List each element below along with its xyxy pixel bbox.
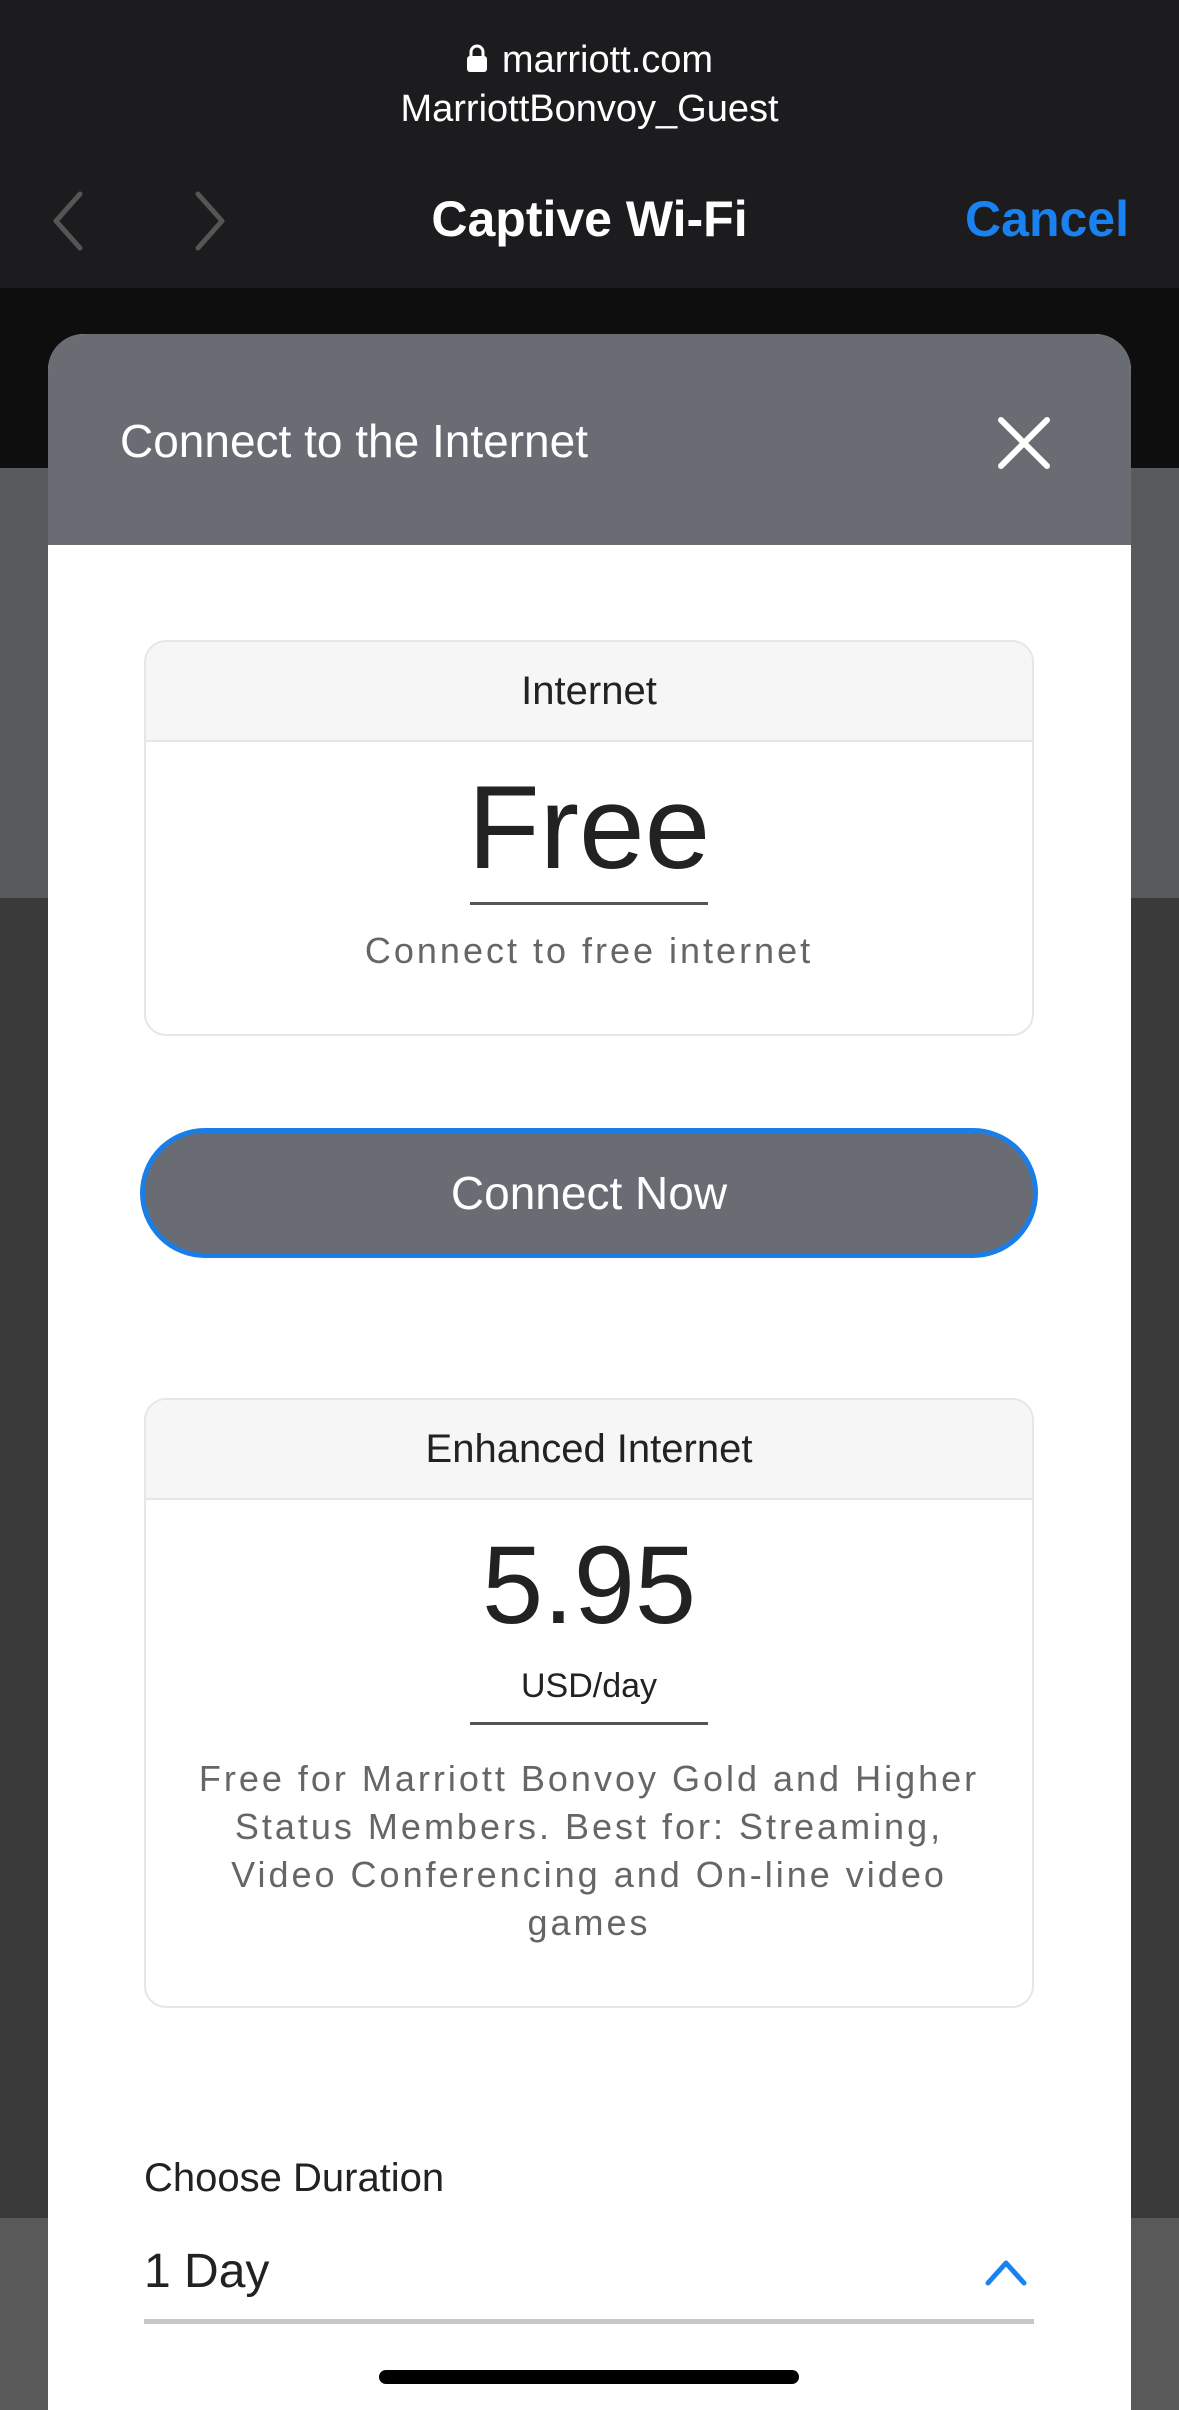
home-indicator[interactable]: [379, 2370, 799, 2384]
connect-now-button[interactable]: Connect Now: [140, 1128, 1038, 1258]
browser-topbar: marriott.com MarriottBonvoy_Guest Captiv…: [0, 0, 1179, 288]
modal-header: Connect to the Internet: [48, 334, 1131, 545]
divider: [470, 1722, 708, 1725]
plan-description: Free for Marriott Bonvoy Gold and Higher…: [198, 1758, 980, 1943]
plan-name: Enhanced Internet: [146, 1400, 1032, 1500]
duration-label: Choose Duration: [144, 2156, 445, 2200]
chevron-up-icon: [984, 2257, 1028, 2287]
plan-price: Free: [467, 762, 711, 894]
plan-name: Internet: [146, 642, 1032, 742]
domain-row: marriott.com: [0, 36, 1179, 84]
cancel-button[interactable]: Cancel: [965, 190, 1129, 248]
connect-modal: Connect to the Internet Internet Free Co…: [48, 334, 1131, 2410]
close-icon[interactable]: [995, 414, 1053, 472]
domain-text: marriott.com: [501, 38, 714, 81]
plan-description: Connect to free internet: [364, 930, 814, 971]
network-name: MarriottBonvoy_Guest: [400, 88, 779, 130]
plan-price: 5.95: [481, 1524, 697, 1647]
plan-price-unit: USD/day: [520, 1667, 658, 1705]
divider: [470, 902, 708, 905]
duration-select[interactable]: 1 Day: [144, 2224, 1034, 2324]
plan-card-enhanced[interactable]: Enhanced Internet 5.95 USD/day Free for …: [144, 1398, 1034, 2008]
modal-title: Connect to the Internet: [120, 415, 588, 467]
duration-value: 1 Day: [144, 2245, 270, 2298]
lock-icon: [466, 43, 488, 73]
plan-card-free[interactable]: Internet Free Connect to free internet: [144, 640, 1034, 1036]
